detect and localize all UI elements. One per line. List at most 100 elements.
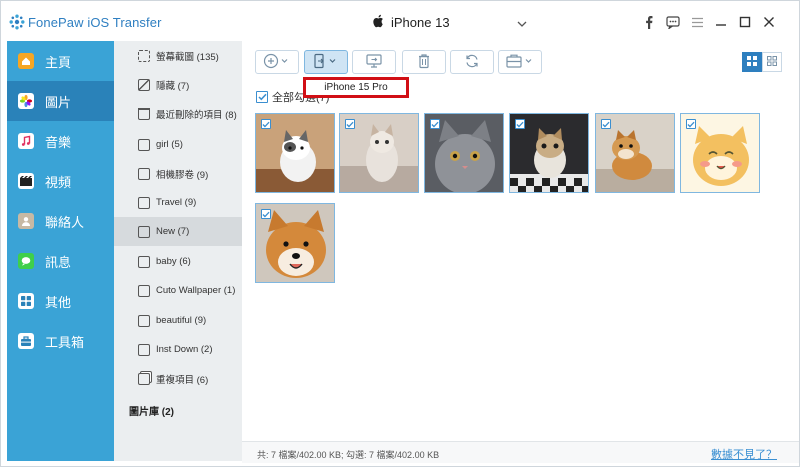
toolbox-icon bbox=[18, 333, 34, 349]
apple-icon bbox=[373, 14, 385, 31]
sidebar-item-music[interactable]: 音樂 bbox=[7, 121, 114, 161]
photo-checkbox[interactable] bbox=[601, 119, 611, 129]
photo-checkbox[interactable] bbox=[515, 119, 525, 129]
album-item-baby[interactable]: baby (6) bbox=[114, 247, 242, 276]
chevron-down-icon[interactable] bbox=[517, 16, 527, 30]
sidebar-item-label: 圖片 bbox=[45, 94, 72, 110]
photo-checkbox[interactable] bbox=[345, 119, 355, 129]
select-all-checkbox[interactable] bbox=[256, 91, 268, 103]
grid-view-icon bbox=[747, 55, 757, 69]
duplicate-icon bbox=[138, 372, 150, 385]
album-label: Travel (9) bbox=[156, 197, 197, 208]
sync-button[interactable] bbox=[450, 50, 494, 74]
export-to-device-icon bbox=[311, 53, 341, 72]
album-item-duplicates[interactable]: 重複項目 (6) bbox=[114, 364, 242, 393]
sidebar-item-toolbox[interactable]: 工具箱 bbox=[7, 321, 114, 361]
album-label: 隱藏 (7) bbox=[156, 80, 190, 92]
sidebar-item-others[interactable]: 其他 bbox=[7, 281, 114, 321]
album-label: 最近刪除的項目 (8) bbox=[156, 109, 237, 121]
album-icon bbox=[138, 255, 150, 268]
fonepaw-logo-icon bbox=[9, 14, 25, 30]
delete-button[interactable] bbox=[402, 50, 446, 74]
grid-view-button[interactable] bbox=[742, 52, 762, 72]
album-label: New (7) bbox=[156, 226, 190, 237]
device-name: iPhone 13 bbox=[391, 15, 450, 30]
album-icon bbox=[138, 167, 150, 180]
export-to-pc-button[interactable] bbox=[352, 50, 396, 74]
export-to-device-button[interactable] bbox=[304, 50, 348, 74]
home-icon bbox=[18, 53, 34, 69]
status-summary: 共: 7 檔案/402.00 KB; 勾選: 7 檔案/402.00 KB bbox=[257, 450, 440, 460]
trash-icon bbox=[138, 107, 150, 120]
sidebar-item-label: 其他 bbox=[45, 294, 72, 310]
status-bar: 共: 7 檔案/402.00 KB; 勾選: 7 檔案/402.00 KB 數據… bbox=[242, 441, 799, 463]
album-icon bbox=[138, 196, 150, 209]
photo-content: 全部勾選(7) iPhone 15 Pro bbox=[242, 41, 799, 461]
maximize-icon[interactable] bbox=[733, 14, 757, 30]
hidden-icon bbox=[138, 78, 150, 91]
photo-checkbox[interactable] bbox=[261, 119, 271, 129]
photo-checkbox[interactable] bbox=[686, 119, 696, 129]
album-item-cuto-wallpaper[interactable]: Cuto Wallpaper (1) bbox=[114, 276, 242, 305]
toolbox-icon bbox=[505, 53, 535, 72]
sidebar-item-home[interactable]: 主頁 bbox=[7, 41, 114, 81]
title-bar: FonePaw iOS Transfer iPhone 13 bbox=[1, 1, 799, 41]
others-icon bbox=[18, 293, 34, 309]
album-item-camera-roll[interactable]: 相機膠卷 (9) bbox=[114, 159, 242, 188]
album-label: baby (6) bbox=[156, 256, 191, 267]
dropdown-item-label: iPhone 15 Pro bbox=[324, 82, 388, 93]
album-list: 螢幕截圖 (135) 隱藏 (7) 最近刪除的項目 (8) girl (5) 相… bbox=[114, 41, 242, 461]
album-item-inst-down[interactable]: Inst Down (2) bbox=[114, 335, 242, 364]
album-item-beautiful[interactable]: beautiful (9) bbox=[114, 306, 242, 335]
facebook-icon[interactable] bbox=[637, 14, 661, 30]
album-icon bbox=[138, 138, 150, 151]
contacts-icon bbox=[18, 213, 34, 229]
album-label: 重複項目 (6) bbox=[156, 374, 209, 386]
sidebar-item-label: 音樂 bbox=[45, 134, 72, 150]
photo-thumbnail[interactable] bbox=[509, 113, 589, 193]
album-label: beautiful (9) bbox=[156, 315, 207, 326]
photo-thumbnail[interactable] bbox=[255, 113, 335, 193]
photo-checkbox[interactable] bbox=[261, 209, 271, 219]
album-item-hidden[interactable]: 隱藏 (7) bbox=[114, 70, 242, 99]
sidebar-item-label: 視頻 bbox=[45, 174, 72, 190]
album-item-screenshots[interactable]: 螢幕截圖 (135) bbox=[114, 41, 242, 70]
toolbox-button[interactable] bbox=[498, 50, 542, 74]
app-window: FonePaw iOS Transfer iPhone 13 主頁 圖片 音樂 … bbox=[0, 0, 800, 467]
device-selector[interactable]: iPhone 13 bbox=[373, 14, 450, 31]
album-label: Cuto Wallpaper (1) bbox=[156, 285, 236, 296]
close-icon[interactable] bbox=[757, 14, 781, 30]
photo-thumbnail[interactable] bbox=[680, 113, 760, 193]
photo-thumbnail[interactable] bbox=[595, 113, 675, 193]
photo-library-heading[interactable]: 圖片庫 (2) bbox=[129, 403, 174, 418]
minimize-icon[interactable] bbox=[709, 14, 733, 30]
sidebar-item-label: 工具箱 bbox=[45, 334, 85, 350]
album-icon bbox=[138, 225, 150, 238]
album-label: girl (5) bbox=[156, 139, 183, 150]
album-icon bbox=[138, 343, 150, 356]
sidebar-item-label: 聯絡人 bbox=[45, 214, 85, 230]
feedback-icon[interactable] bbox=[661, 14, 685, 30]
sidebar-item-contacts[interactable]: 聯絡人 bbox=[7, 201, 114, 241]
list-view-button[interactable] bbox=[762, 52, 782, 72]
album-item-recently-deleted[interactable]: 最近刪除的項目 (8) bbox=[114, 99, 242, 128]
music-icon bbox=[18, 133, 34, 149]
screenshot-icon bbox=[138, 49, 150, 62]
sidebar-item-videos[interactable]: 視頻 bbox=[7, 161, 114, 201]
photo-checkbox[interactable] bbox=[430, 119, 440, 129]
photos-icon bbox=[18, 93, 34, 109]
photo-thumbnail[interactable] bbox=[424, 113, 504, 193]
export-device-dropdown-item[interactable]: iPhone 15 Pro bbox=[303, 77, 409, 98]
sidebar-item-photos[interactable]: 圖片 bbox=[7, 81, 114, 121]
menu-icon[interactable] bbox=[685, 14, 709, 30]
add-button[interactable] bbox=[255, 50, 299, 74]
photo-thumbnail[interactable] bbox=[339, 113, 419, 193]
album-item-new[interactable]: New (7) bbox=[114, 217, 242, 246]
album-item-girl[interactable]: girl (5) bbox=[114, 130, 242, 159]
sidebar-item-messages[interactable]: 訊息 bbox=[7, 241, 114, 281]
photo-thumbnail[interactable] bbox=[255, 203, 335, 283]
video-icon bbox=[18, 173, 34, 189]
album-item-travel[interactable]: Travel (9) bbox=[114, 188, 242, 217]
list-view-icon bbox=[767, 55, 777, 69]
data-lost-link[interactable]: 數據不見了？ bbox=[711, 446, 777, 462]
